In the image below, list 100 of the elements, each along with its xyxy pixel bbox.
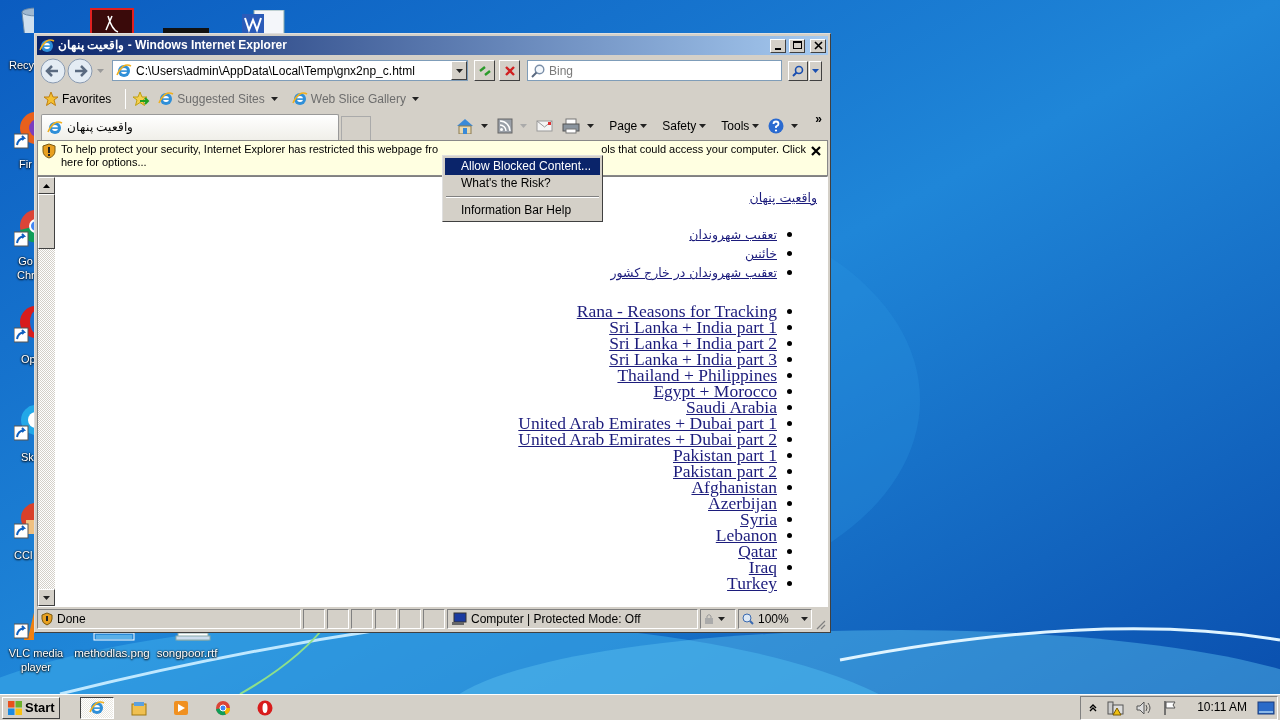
browser-tab[interactable]: واقعیت پنهان (41, 114, 339, 140)
mail-icon (536, 118, 554, 134)
network-warning-icon[interactable] (1107, 699, 1126, 716)
lock-icon (704, 613, 714, 625)
folder-icon (130, 699, 147, 716)
search-icon (792, 64, 804, 77)
search-button[interactable] (788, 60, 808, 81)
command-menu[interactable]: Safety (660, 118, 709, 134)
page-link[interactable]: Rana - Reasons for Tracking (576, 303, 777, 320)
browser-icon (214, 699, 231, 716)
menu-item[interactable]: Information Bar Help (445, 202, 600, 219)
command-menu[interactable]: Page (607, 118, 650, 134)
close-icon[interactable] (811, 146, 821, 156)
scrollbar[interactable] (38, 177, 55, 606)
list-bullet (787, 324, 792, 330)
shield-warning-icon (41, 612, 53, 626)
help-button[interactable] (766, 118, 801, 134)
show-desktop-icon[interactable] (1257, 699, 1275, 716)
close-icon (812, 40, 824, 51)
caret-icon (752, 124, 760, 128)
status-pane (327, 609, 349, 629)
dropdown-button[interactable] (451, 61, 467, 80)
page-link[interactable]: تعقیب شهروندان (689, 227, 777, 243)
maximize-button[interactable] (789, 38, 805, 53)
zoom-icon (742, 613, 754, 625)
page-link[interactable]: تعقیب شهروندان در خارج کشور (610, 265, 777, 281)
more-button[interactable]: » (813, 112, 824, 127)
forward-button[interactable] (67, 57, 93, 84)
caret-icon (270, 97, 278, 101)
menu-item[interactable]: Allow Blocked Content... (445, 158, 600, 175)
logo-icon (7, 699, 23, 716)
help-icon (768, 118, 785, 134)
chevron-icon[interactable] (1089, 703, 1098, 712)
scroll-down-button[interactable] (38, 589, 55, 606)
zoom-button[interactable]: 100% (738, 609, 812, 629)
print-button[interactable] (560, 118, 597, 134)
clock-text: 10:11 AM (1197, 700, 1247, 715)
caret-icon (699, 124, 707, 128)
refresh-button[interactable] (474, 60, 495, 81)
favorites-button[interactable]: Favorites (41, 91, 114, 107)
minimize-button[interactable] (770, 38, 786, 53)
status-text: Done (37, 609, 301, 629)
arrow-up-icon (43, 183, 50, 188)
list-bullet (787, 270, 792, 276)
icon-label[interactable]: Go Chr (17, 254, 34, 282)
caret-icon (791, 124, 799, 128)
favorites-link[interactable]: Suggested Sites (156, 91, 280, 107)
page-icon (116, 62, 132, 79)
list-bullet (787, 484, 792, 490)
stop-button[interactable] (499, 60, 520, 81)
list-bullet (787, 308, 792, 314)
search-box[interactable]: Bing (527, 60, 782, 81)
page-link[interactable]: خائنین (744, 246, 777, 262)
start-button[interactable]: Start (2, 696, 60, 719)
close-button[interactable] (810, 38, 826, 53)
maximize-icon (791, 40, 803, 51)
icon-label[interactable]: CCl (14, 548, 33, 562)
back-button[interactable] (40, 57, 66, 84)
info-message: To help protect your security, Internet Explorer has restricted this webpage fro (61, 143, 439, 156)
page-link[interactable]: Iraq (748, 559, 777, 576)
feeds-button[interactable] (495, 118, 530, 134)
search-options-button[interactable] (809, 60, 822, 81)
privacy-button[interactable] (700, 609, 736, 629)
heading-link[interactable]: واقعیت پنهان (749, 190, 817, 205)
address-field[interactable]: C:\Users\admin\AppData\Local\Temp\gnx2np_c.html (136, 63, 447, 78)
scroll-thumb[interactable] (38, 194, 55, 249)
speaker-icon[interactable] (1135, 699, 1154, 716)
favorites-link[interactable]: Web Slice Gallery (289, 91, 421, 107)
icon-label[interactable]: Recy (9, 58, 35, 72)
info-message: ols that could access your computer. Click (601, 143, 806, 156)
list-bullet (787, 452, 792, 458)
list-bullet (787, 372, 792, 378)
resize-grip[interactable] (814, 618, 826, 630)
icon-label[interactable]: Fir (19, 157, 32, 171)
menu-item[interactable]: What's the Risk? (445, 175, 600, 192)
ie-icon (39, 37, 55, 54)
caret-icon (481, 124, 489, 128)
ie-icon (47, 119, 63, 136)
app-icon[interactable] (90, 8, 134, 33)
document-file-icon[interactable] (240, 10, 286, 34)
icon-label[interactable]: Sk (21, 450, 34, 464)
page-link[interactable]: United Arab Emirates + Dubai part 1 (518, 415, 777, 432)
command-menu[interactable]: Tools (719, 118, 762, 134)
page-link[interactable]: Saudi Arabia (686, 399, 777, 416)
browser-icon (88, 699, 105, 716)
scroll-up-button[interactable] (38, 177, 55, 194)
list-bullet (787, 340, 792, 346)
page-link[interactable]: Qatar (738, 543, 777, 560)
search-field[interactable]: Bing (549, 63, 781, 78)
address-bar[interactable]: C:\Users\admin\AppData\Local\Temp\gnx2np_c.html (112, 60, 468, 81)
caret-icon (455, 68, 463, 73)
window-title: واقعیت پنهان - Windows Internet Explorer (58, 38, 287, 53)
status-pane (303, 609, 325, 629)
icon-label[interactable]: VLC media player (6, 646, 66, 674)
mail-button[interactable] (534, 118, 556, 134)
taskbar-button[interactable] (79, 696, 114, 719)
monitor-icon (451, 612, 467, 626)
browser-icon (256, 699, 273, 716)
ie-icon (158, 91, 175, 107)
star-icon (43, 91, 59, 107)
